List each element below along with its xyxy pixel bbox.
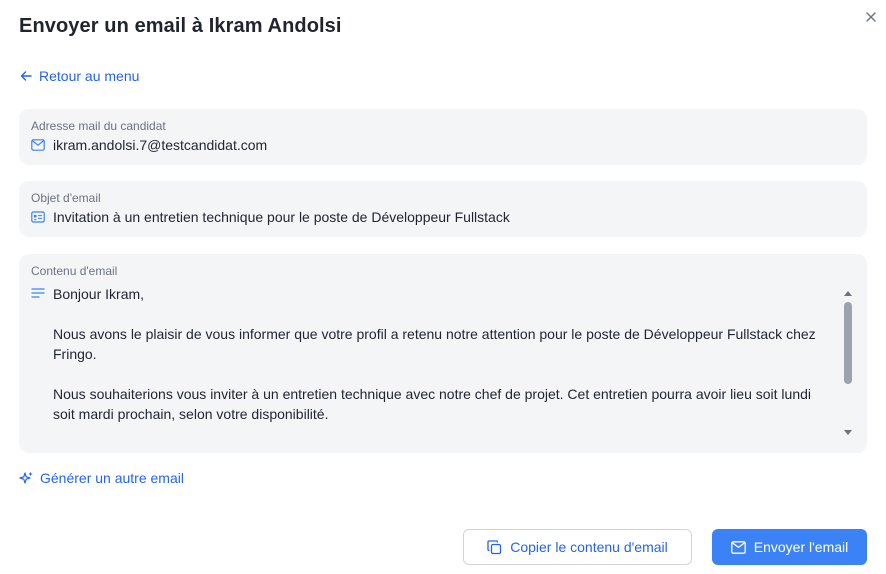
candidate-email-label: Adresse mail du candidat bbox=[31, 119, 166, 133]
arrow-left-icon bbox=[20, 71, 32, 81]
generate-another-email-label: Générer un autre email bbox=[40, 470, 184, 486]
email-subject-field[interactable]: Objet d'email Invitation à un entretien … bbox=[19, 181, 867, 237]
email-content-field[interactable]: Contenu d'email Bonjour Ikram, Nous avon… bbox=[19, 254, 867, 453]
email-content-textarea[interactable]: Bonjour Ikram, Nous avons le plaisir de … bbox=[53, 284, 833, 444]
email-paragraph-intro: Nous avons le plaisir de vous informer q… bbox=[53, 326, 816, 362]
email-paragraph-greeting: Bonjour Ikram, bbox=[53, 286, 145, 302]
email-subject-value: Invitation à un entretien technique pour… bbox=[53, 209, 510, 225]
candidate-email-value: ikram.andolsi.7@testcandidat.com bbox=[53, 137, 268, 153]
close-icon bbox=[866, 12, 876, 22]
copy-icon bbox=[487, 539, 502, 554]
send-email-button[interactable]: Envoyer l'email bbox=[712, 529, 867, 565]
caret-down-icon bbox=[844, 430, 852, 435]
candidate-email-field[interactable]: Adresse mail du candidat ikram.andolsi.7… bbox=[19, 109, 867, 165]
scroll-down-button[interactable] bbox=[843, 428, 853, 438]
copy-content-label: Copier le contenu d'email bbox=[510, 539, 668, 555]
email-subject-label: Objet d'email bbox=[31, 191, 101, 205]
scroll-thumb[interactable] bbox=[844, 302, 852, 384]
scroll-up-button[interactable] bbox=[843, 288, 853, 298]
close-button[interactable] bbox=[862, 8, 880, 26]
send-email-label: Envoyer l'email bbox=[753, 539, 849, 555]
copy-content-button[interactable]: Copier le contenu d'email bbox=[463, 529, 692, 565]
email-content-label: Contenu d'email bbox=[31, 264, 118, 278]
back-to-menu-link[interactable]: Retour au menu bbox=[19, 68, 139, 84]
send-mail-icon bbox=[730, 540, 746, 554]
email-paragraph-invitation: Nous souhaiterions vous inviter à un ent… bbox=[53, 386, 812, 422]
content-scrollbar[interactable] bbox=[841, 286, 855, 440]
generate-another-email-link[interactable]: Générer un autre email bbox=[19, 470, 184, 486]
send-email-dialog: Envoyer un email à Ikram Andolsi Retour … bbox=[0, 0, 886, 574]
sparkles-icon bbox=[19, 471, 33, 484]
back-to-menu-label: Retour au menu bbox=[39, 68, 140, 84]
dialog-title: Envoyer un email à Ikram Andolsi bbox=[19, 15, 342, 37]
text-lines-icon bbox=[31, 288, 45, 298]
envelope-icon bbox=[31, 139, 45, 151]
caret-up-icon bbox=[844, 291, 852, 296]
id-card-icon bbox=[31, 211, 45, 223]
